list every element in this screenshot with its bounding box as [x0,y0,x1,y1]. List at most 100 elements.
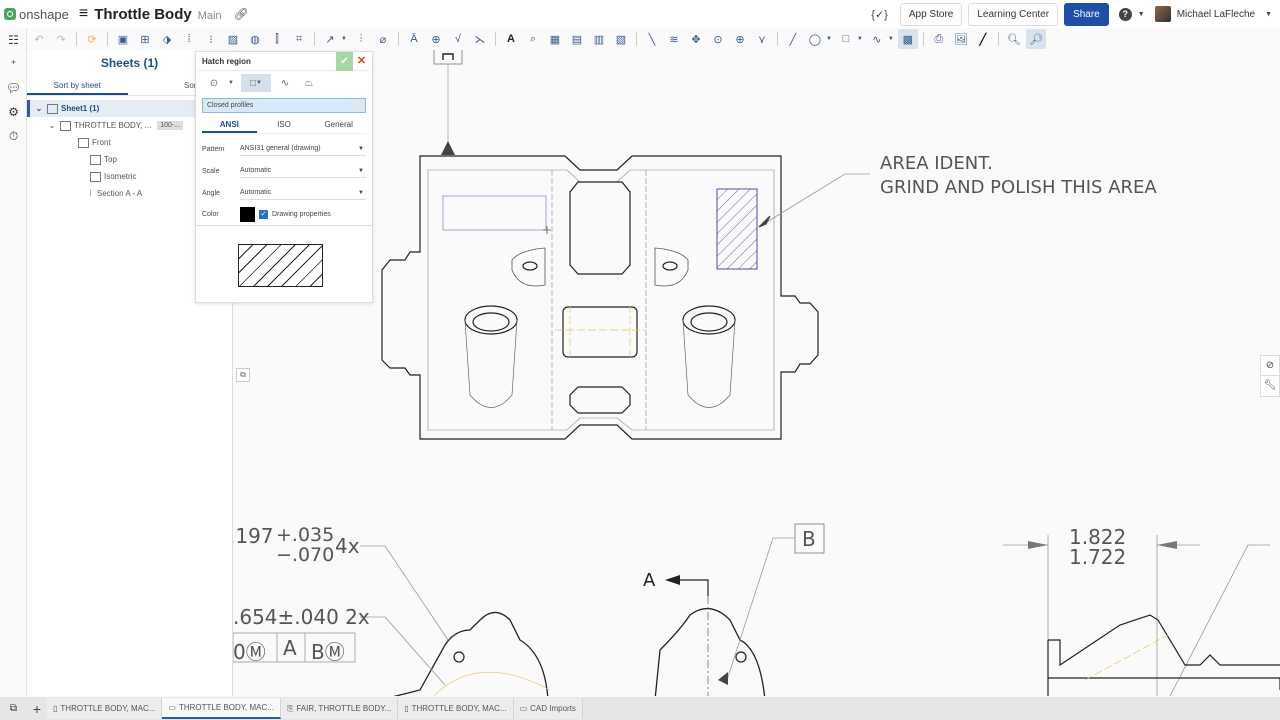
point-center-icon[interactable]: ⊕ [730,29,750,49]
auxiliary-view-icon[interactable]: ⬗ [157,29,177,49]
section-label-a[interactable]: A [643,570,655,591]
note-icon[interactable]: A [501,29,521,49]
user-menu-caret-icon[interactable]: ▼ [1265,11,1272,18]
user-name[interactable]: Michael LaFleche [1177,9,1255,20]
hole-callout-icon[interactable]: ⌀ [373,29,393,49]
history-icon[interactable]: ⏱︎ [0,124,27,148]
document-title[interactable]: Throttle Body [94,6,192,23]
add-tab-icon[interactable]: + [27,701,47,717]
datum-icon[interactable]: Ā [404,29,424,49]
line-style-icon[interactable]: ╱ [973,29,993,49]
cancel-button[interactable]: ✕ [353,52,370,71]
no-tools-icon[interactable]: ⊘ [1261,356,1279,376]
tab-part-studio[interactable]: ▯ THROTTLE BODY, MAC... [47,698,163,719]
spline-caret-icon[interactable]: ▼ [888,36,894,42]
note-grind-polish[interactable]: GRIND AND POLISH THIS AREA [880,177,1157,198]
baseline-dimension-icon[interactable]: ⫶ [351,29,371,49]
point-select-caret-icon[interactable]: ▼ [228,80,234,86]
weld-symbol-icon[interactable]: ⋋ [470,29,490,49]
dimension-caret-icon[interactable]: ▼ [341,36,347,42]
angle-select[interactable]: Automatic ▼ [240,186,366,200]
tab-iso[interactable]: ISO [257,116,312,133]
bisector-icon[interactable]: ⋎ [752,29,772,49]
section-view-icon[interactable]: ⁞ [179,29,199,49]
share-button[interactable]: Share [1064,2,1109,26]
feature-control-frame-icon[interactable]: ⊕ [426,29,446,49]
menu-icon[interactable]: ≡ [79,5,88,23]
import-dxf-icon[interactable]: ⎙ [929,29,949,49]
thread-feature-icon[interactable]: ≋ [664,29,684,49]
variables-icon[interactable]: {✓} [871,8,888,21]
regenerate-icon[interactable]: ⟳ [82,29,102,49]
insert-view-icon[interactable]: ▣ [113,29,133,49]
comments-icon[interactable]: 💬︎ [0,76,27,100]
inspect-icon[interactable]: 🔍︎ [1004,29,1024,49]
dimension-icon[interactable]: ↗ [320,29,340,49]
configurations-icon[interactable]: ⚙ [0,100,27,124]
insert-image-icon[interactable]: 🖼︎ [951,29,971,49]
rectangle-icon[interactable]: □ [836,29,856,49]
broken-view-icon[interactable]: ▨ [223,29,243,49]
region-select-icon[interactable]: □ ▼ [240,74,271,92]
link-icon[interactable]: 🔗︎ [234,7,249,21]
view-cube-icon[interactable]: ⧉ [236,368,250,382]
tab-general[interactable]: General [311,116,366,133]
callout-icon[interactable]: ⌕ [523,29,543,49]
detail-view-icon[interactable]: ◍ [245,29,265,49]
spline-select-icon[interactable]: ∿ [275,74,295,92]
surface-finish-icon[interactable]: √ [448,29,468,49]
help-caret-icon[interactable]: ▼ [1138,11,1145,18]
learning-center-button[interactable]: Learning Center [968,2,1059,26]
hatch-icon[interactable]: ▩ [897,29,918,49]
note-area-ident[interactable]: AREA IDENT. [880,153,993,174]
centerline-icon[interactable]: ╲ [642,29,662,49]
selection-field[interactable]: Closed profiles [202,98,366,113]
onshape-logo[interactable]: onshape [4,7,69,22]
revision-table-icon[interactable]: ▧ [611,29,631,49]
avatar[interactable] [1154,6,1171,22]
wrench-icon[interactable]: 🔧︎ [1261,376,1279,396]
insert-point-icon[interactable]: ⁺ [0,52,27,76]
dimension-hole-diameter[interactable]: .197 [233,524,274,548]
tab-cad-imports[interactable]: ▭ CAD Imports [513,698,583,719]
centermark-icon[interactable]: ✥ [686,29,706,49]
drawing-canvas[interactable]: AREA IDENT. GRIND AND POLISH THIS AREA .… [233,50,1280,696]
drawing-properties-checkbox[interactable]: ✓ [259,210,268,219]
hole-table-icon[interactable]: ▥ [589,29,609,49]
chevron-down-icon[interactable]: ⌄ [34,104,44,113]
circle-caret-icon[interactable]: ▼ [826,36,832,42]
bom-icon[interactable]: ▤ [567,29,587,49]
aligned-section-icon[interactable]: ⁝ [201,29,221,49]
color-swatch[interactable] [240,207,255,222]
tab-sort-by-sheet[interactable]: Sort by sheet [27,76,128,95]
pattern-select[interactable]: ANSI31 general (drawing) ▼ [240,142,366,156]
help-icon[interactable]: ? [1118,7,1132,21]
tab-pdf[interactable]: ⎘ FAIR, THROTTLE BODY... [280,698,399,719]
inspect-active-icon[interactable]: 🔎︎ [1025,29,1046,49]
rectangle-caret-icon[interactable]: ▼ [857,36,863,42]
tab-document[interactable]: ▯ THROTTLE BODY, MAC... [398,698,514,719]
spline-icon[interactable]: ∿ [867,29,887,49]
tab-ansi[interactable]: ANSI [202,116,257,133]
break-view-icon[interactable]: ⫿ [267,29,287,49]
centermark-pattern-icon[interactable]: ⊙ [708,29,728,49]
datum-label-b[interactable]: B [802,527,816,551]
dimension-lower-limit[interactable]: 1.722 [1069,545,1126,569]
undo-icon[interactable]: ↶ [29,29,49,49]
confirm-button[interactable]: ✔ [336,52,353,71]
projected-view-icon[interactable]: ⊞ [135,29,155,49]
tab-manager-icon[interactable]: ⧉ [0,703,27,714]
crop-view-icon[interactable]: ⌗ [289,29,309,49]
table-icon[interactable]: ▦ [545,29,565,49]
dimension-bore[interactable]: .654±.040 2x [233,605,370,629]
chevron-down-icon[interactable]: ⌄ [47,121,57,130]
tab-drawing[interactable]: ▭ THROTTLE BODY, MAC... [162,698,281,719]
scale-select[interactable]: Automatic ▼ [240,164,366,178]
redo-icon[interactable]: ↷ [51,29,71,49]
polygon-select-icon[interactable]: ⏢ [299,74,319,92]
point-select-icon[interactable]: ⊙ [204,74,224,92]
circle-icon[interactable]: ◯ [805,29,825,49]
app-store-button[interactable]: App Store [899,2,963,26]
feature-list-icon[interactable]: ☷ [0,28,27,52]
line-icon[interactable]: ╱ [783,29,803,49]
